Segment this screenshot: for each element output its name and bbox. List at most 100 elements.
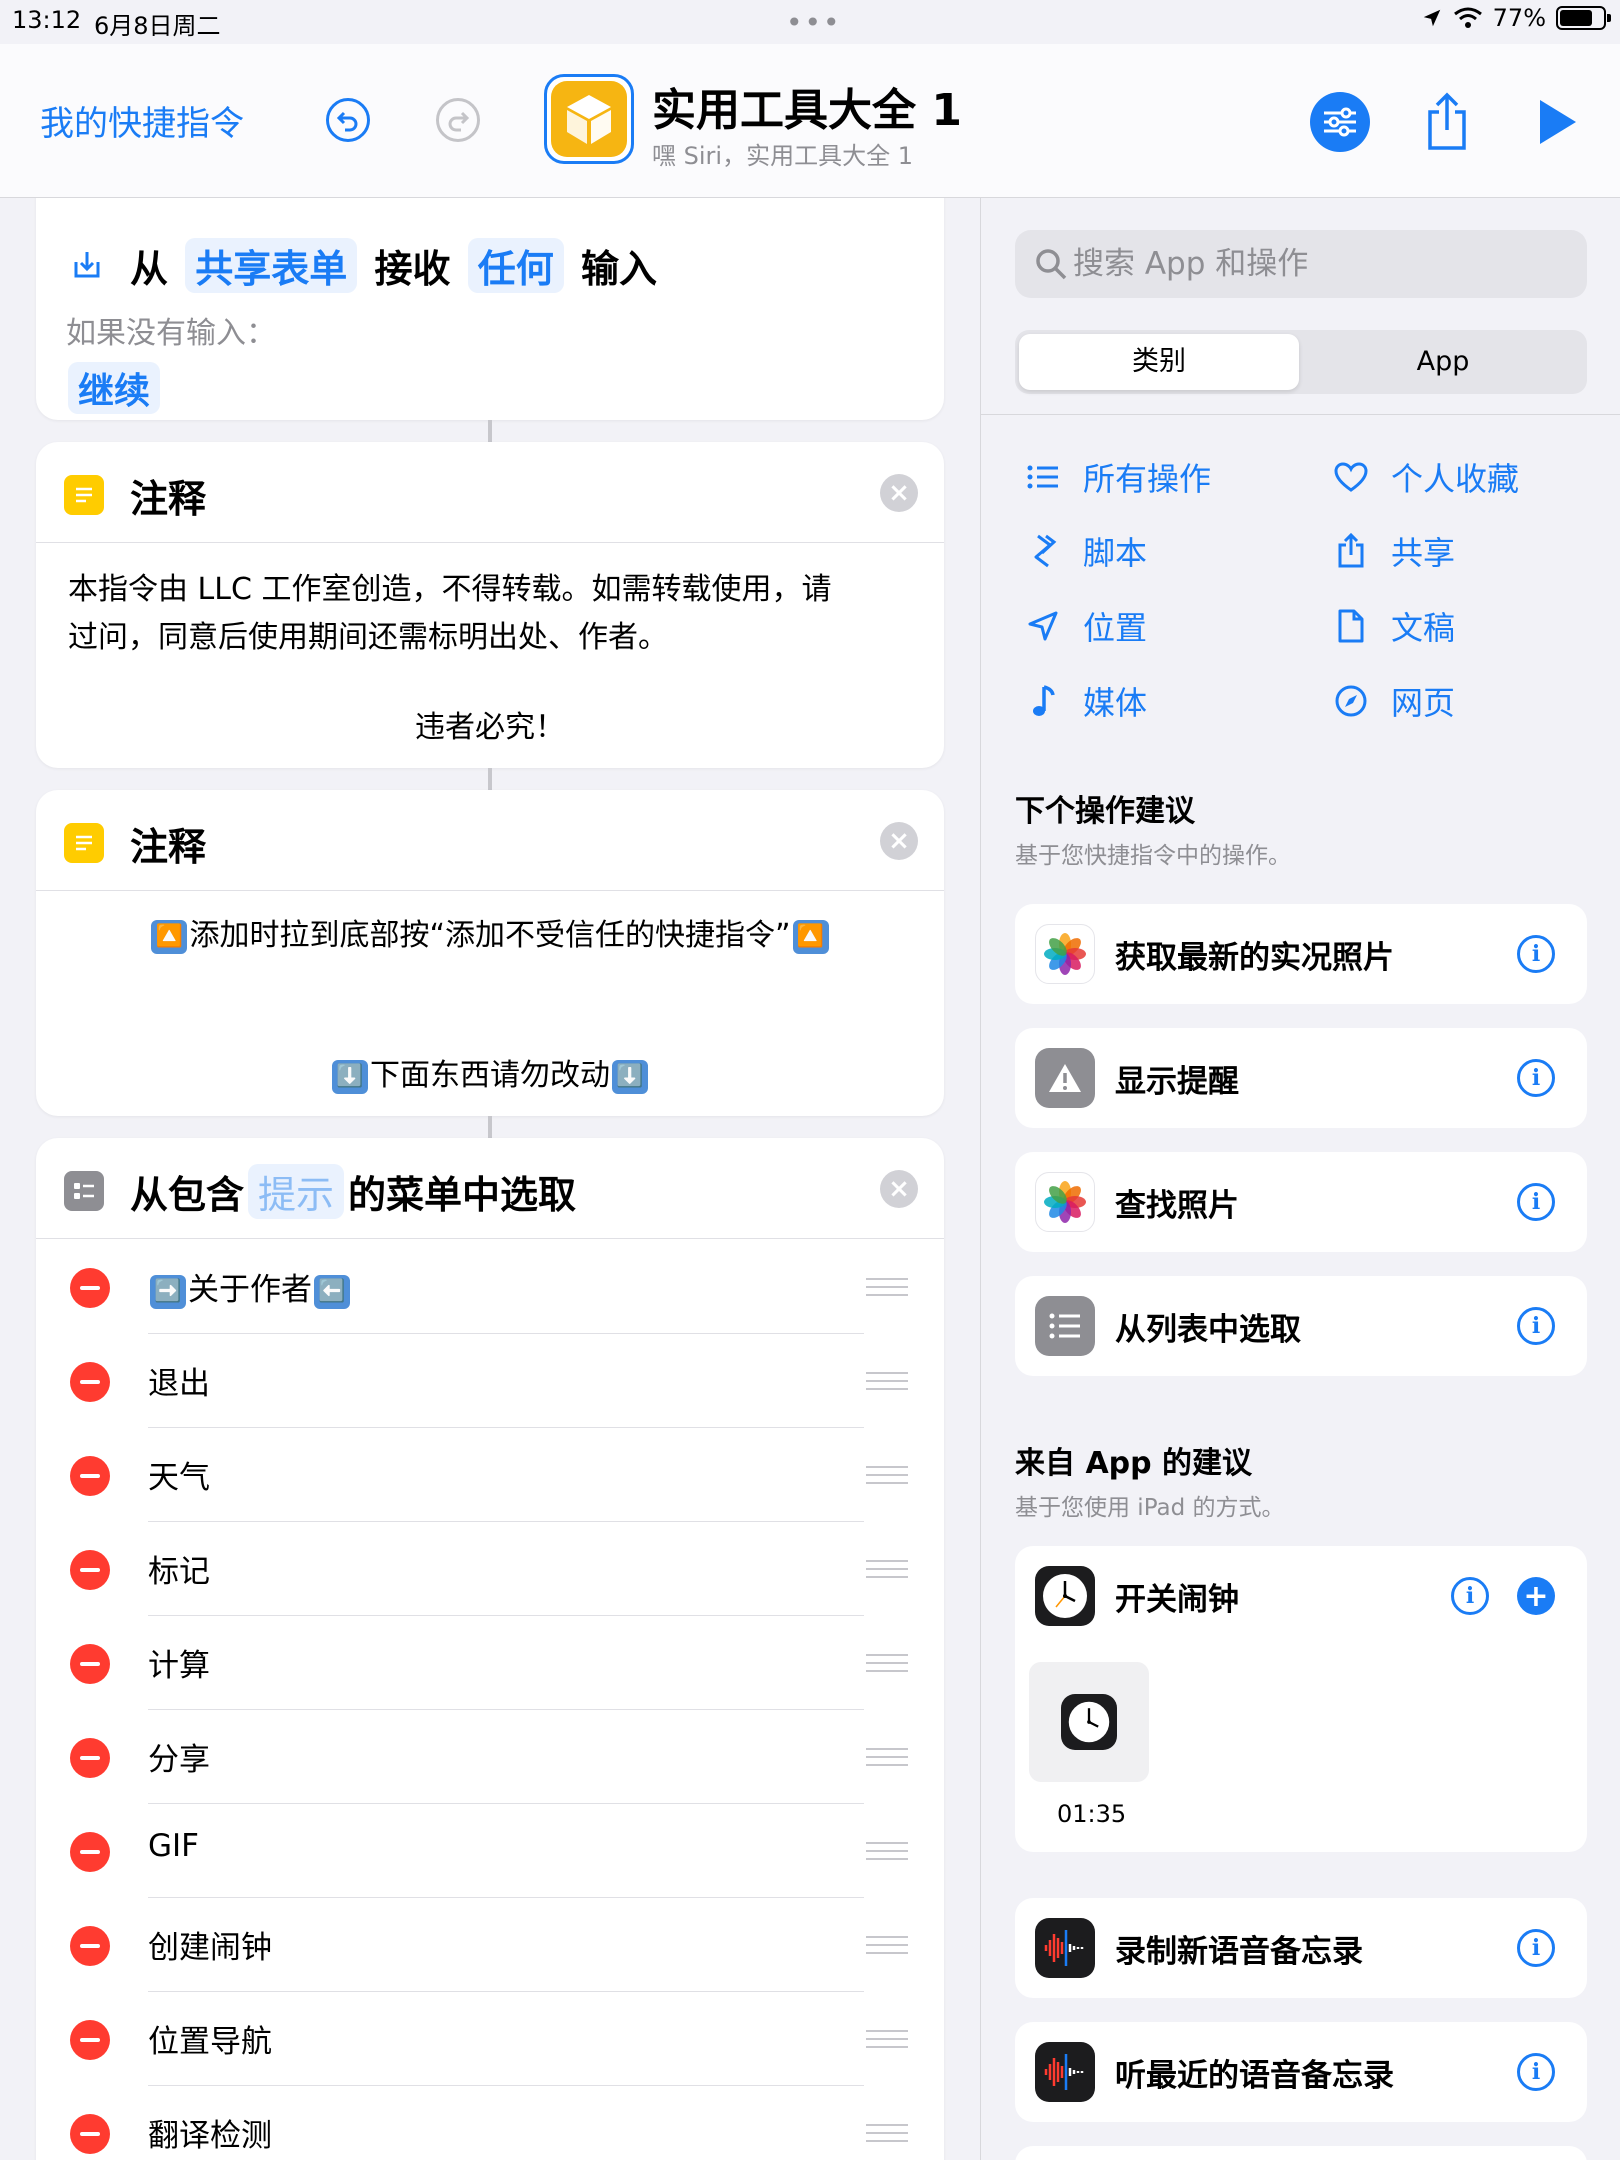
wifi-icon [1453,7,1482,28]
input-type-token[interactable]: 任何 [467,238,564,293]
reorder-handle-icon[interactable] [866,1466,908,1486]
shortcut-icon-button[interactable] [544,74,634,164]
reorder-handle-icon[interactable] [866,1654,908,1674]
search-field[interactable] [1015,230,1587,298]
segment-categories[interactable]: 类别 [1019,334,1299,390]
remove-action-button[interactable]: × [880,474,918,512]
delete-menu-item-button[interactable] [70,1456,110,1496]
run-shortcut-play-icon[interactable] [1534,96,1580,148]
menu-item-row[interactable]: 标记 [36,1522,944,1616]
add-action-plus-icon[interactable]: + [1517,1577,1555,1615]
menu-item-row[interactable]: 位置导航 [36,1992,944,2086]
input-source-token[interactable]: 共享表单 [185,238,358,293]
menu-item-row[interactable]: 天气 [36,1428,944,1522]
info-icon[interactable]: i [1451,1577,1489,1615]
menu-item-row[interactable]: 退出 [36,1334,944,1428]
category-sharing[interactable]: 共享 [1331,526,1455,576]
menu-item-row[interactable]: 分享 [36,1710,944,1804]
category-web[interactable]: 网页 [1331,676,1455,726]
app-suggestion-section-title: 来自 App 的建议 [1015,1446,1253,1481]
back-to-my-shortcuts-link[interactable]: 我的快捷指令 [40,96,244,145]
menu-item-row[interactable]: 计算 [36,1616,944,1710]
menu-item-label[interactable]: 标记 [148,1546,210,1591]
share-icon[interactable] [1422,92,1472,152]
reorder-handle-icon[interactable] [866,1748,908,1768]
menu-item-label[interactable]: 位置导航 [148,2016,272,2061]
delete-menu-item-button[interactable] [70,2114,110,2154]
reorder-handle-icon[interactable] [866,2030,908,2050]
comment-text-line-3[interactable]: 违者必究！ [36,704,944,752]
info-icon[interactable]: i [1517,935,1555,973]
shortcut-settings-button[interactable] [1310,92,1370,152]
delete-menu-item-button[interactable] [70,1926,110,1966]
suggestion-item[interactable]: 查找照片 i [1015,1152,1587,1252]
delete-menu-item-button[interactable] [70,2020,110,2060]
category-favorites[interactable]: 个人收藏 [1331,452,1519,502]
segment-app[interactable]: App [1303,334,1583,390]
menu-item-label[interactable]: 天气 [148,1452,210,1497]
menu-item-label[interactable]: 翻译检测 [148,2110,272,2155]
suggestion-item[interactable]: 录制新语音备忘录 i [1015,1898,1587,1998]
menu-item-label[interactable]: 退出 [148,1358,210,1403]
alarm-preview-tile[interactable] [1029,1662,1149,1782]
info-icon[interactable]: i [1517,1307,1555,1345]
menu-item-row[interactable]: GIF [36,1804,944,1898]
menu-item-label[interactable]: ➡️ 关于作者 ⬅️ [148,1264,352,1309]
delete-menu-item-button[interactable] [70,1550,110,1590]
delete-menu-item-button[interactable] [70,1832,110,1872]
suggestion-item[interactable]: 听最近的语音备忘录 i [1015,2022,1587,2122]
comment-action-1[interactable]: 注释 × 本指令由 LLC 工作室创造，不得转载。如需转载使用，请 过问，同意后… [36,442,944,768]
info-icon[interactable]: i [1517,1929,1555,1967]
voice-memo-icon [1035,2042,1095,2102]
reorder-handle-icon[interactable] [866,1278,908,1298]
info-icon[interactable]: i [1517,2053,1555,2091]
category-media[interactable]: 媒体 [1023,676,1147,726]
category-scripting[interactable]: 脚本 [1023,526,1147,576]
info-icon[interactable]: i [1517,1183,1555,1221]
comment-text-line-2[interactable]: ⬇️ 下面东西请勿改动 ⬇️ [36,1052,944,1100]
menu-item-row[interactable]: 创建闹钟 [36,1898,944,1992]
menu-item-row[interactable]: 翻译检测 [36,2086,944,2160]
category-app-segmented-control[interactable]: 类别 App [1015,330,1587,394]
suggestion-item-partial[interactable] [1015,2146,1587,2160]
suggestion-item[interactable]: 显示提醒 i [1015,1028,1587,1128]
multitasking-dots-icon[interactable]: ••• [786,6,842,39]
shortcut-title[interactable]: 实用工具大全 1 [652,74,962,138]
reorder-handle-icon[interactable] [866,1372,908,1392]
delete-menu-item-button[interactable] [70,1644,110,1684]
category-all-actions[interactable]: 所有操作 [1023,452,1211,502]
alarm-suggestion-card[interactable]: 开关闹钟 i + 01:35 [1015,1546,1587,1852]
reorder-handle-icon[interactable] [866,1842,908,1862]
info-icon[interactable]: i [1517,1059,1555,1097]
menu-item-row[interactable]: ➡️ 关于作者 ⬅️ [36,1240,944,1334]
comment-text-line-1[interactable]: 🔼 添加时拉到底部按“添加不受信任的快捷指令” 🔼 [36,912,944,960]
receive-input-action[interactable]: 从 共享表单 接收 任何 输入 如果没有输入： 继续 [36,198,944,420]
reorder-handle-icon[interactable] [866,1560,908,1580]
category-location[interactable]: 位置 [1023,601,1147,651]
menu-item-label[interactable]: 分享 [148,1734,210,1779]
comment-text-line-1[interactable]: 本指令由 LLC 工作室创造，不得转载。如需转载使用，请 [68,566,831,614]
reorder-handle-icon[interactable] [866,1936,908,1956]
undo-button[interactable] [326,98,370,142]
shortcut-editor[interactable]: 从 共享表单 接收 任何 输入 如果没有输入： 继续 注释 × 本指令由 LLC… [0,198,980,2160]
reorder-handle-icon[interactable] [866,2124,908,2144]
menu-item-label[interactable]: GIF [148,1828,199,1864]
remove-action-button[interactable]: × [880,1170,918,1208]
comment-action-2[interactable]: 注释 × 🔼 添加时拉到底部按“添加不受信任的快捷指令” 🔼 ⬇️ 下面东西请勿改动 ⬇… [36,790,944,1116]
comment-text-line-2[interactable]: 过问，同意后使用期间还需标明出处、作者。 [68,614,668,662]
choose-from-menu-action[interactable]: 从包含 提示 的菜单中选取 × ➡️ 关于作者 ⬅️ 退出 天气 标记 计算 分享 GIF 创建闹钟… [36,1138,944,2160]
suggestion-item[interactable]: 获取最新的实况照片 i [1015,904,1587,1004]
remove-action-button[interactable]: × [880,822,918,860]
delete-menu-item-button[interactable] [70,1738,110,1778]
suggestion-item[interactable]: 从列表中选取 i [1015,1276,1587,1376]
fallback-continue-token[interactable]: 继续 [68,362,161,414]
delete-menu-item-button[interactable] [70,1362,110,1402]
redo-button[interactable] [436,98,480,142]
menu-item-label[interactable]: 计算 [148,1640,210,1685]
menu-item-label[interactable]: 创建闹钟 [148,1922,272,1967]
menu-prompt-token[interactable]: 提示 [248,1164,345,1219]
delete-menu-item-button[interactable] [70,1268,110,1308]
status-bar: 13:12 6月8日周二 ••• 77% [0,0,1620,44]
search-input[interactable] [1073,230,1573,298]
category-documents[interactable]: 文稿 [1331,601,1455,651]
